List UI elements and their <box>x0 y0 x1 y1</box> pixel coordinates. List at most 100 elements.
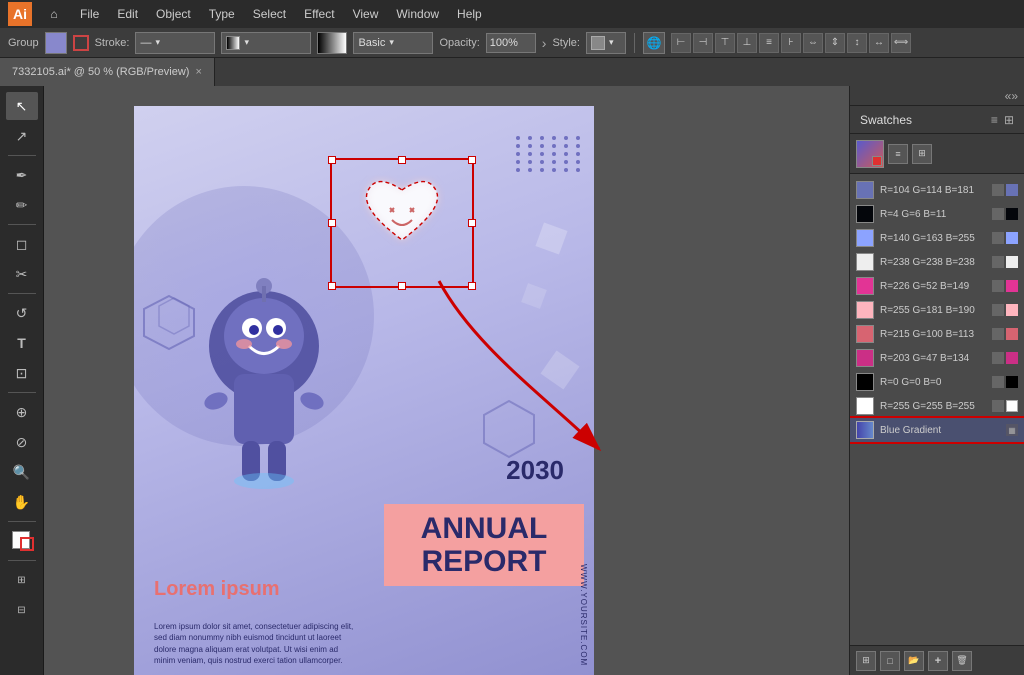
swatch-row[interactable]: R=215 G=100 B=113 <box>850 322 1024 346</box>
menu-edit[interactable]: Edit <box>109 3 146 25</box>
artboard-bg: 2030 ANNUAL REPORT Lorem ipsum Lorem ips… <box>134 106 594 675</box>
stroke-dropdown[interactable]: —▾ <box>135 32 215 54</box>
swatch-color <box>856 325 874 343</box>
align-top-btn[interactable]: ⊥ <box>737 33 757 53</box>
swatch-color-icon <box>1006 400 1018 412</box>
style-picker[interactable]: ▾ <box>586 32 626 54</box>
pen-tool[interactable]: ✒ <box>6 161 38 189</box>
scissors-tool[interactable]: ✂ <box>6 260 38 288</box>
menu-select[interactable]: Select <box>245 3 294 25</box>
distribute-v-btn[interactable]: ⇕ <box>825 33 845 53</box>
distribute-h-btn[interactable]: ⇔ <box>803 33 823 53</box>
swatch-color <box>856 205 874 223</box>
swatch-opts-btn[interactable]: ≡ <box>888 144 908 164</box>
eyedropper-tool[interactable]: ⊘ <box>6 428 38 456</box>
opacity-arrow[interactable]: › <box>542 35 547 51</box>
delete-swatch-btn[interactable]: 🗑 <box>952 651 972 671</box>
swatch-libraries-btn[interactable]: ⊞ <box>856 651 876 671</box>
fill-color-picker[interactable]: ▾ <box>221 32 311 54</box>
tool-sep-4 <box>8 392 36 393</box>
blue-gradient-swatch-row[interactable]: Blue Gradient ▦ <box>850 418 1024 442</box>
zoom-tool[interactable]: 🔍 <box>6 458 38 486</box>
menu-effect[interactable]: Effect <box>296 3 342 25</box>
panel-list-view-btn[interactable]: ≡ <box>991 113 998 127</box>
distribute-btn3[interactable]: ↔ <box>869 33 889 53</box>
new-swatch-btn[interactable]: + <box>928 651 948 671</box>
color-mode-bar: ≡ ⊞ <box>850 134 1024 174</box>
globe-btn[interactable]: 🌐 <box>643 32 665 54</box>
text-tool[interactable]: T <box>6 329 38 357</box>
menu-file[interactable]: File <box>72 3 107 25</box>
rotate-tool[interactable]: ↺ <box>6 299 38 327</box>
dots-pattern <box>516 136 584 172</box>
direct-select-tool[interactable]: ↗ <box>6 122 38 150</box>
panel-grid-view-btn[interactable]: ⊞ <box>1004 113 1014 127</box>
align-middle-btn[interactable]: ≡ <box>759 33 779 53</box>
handle-br <box>468 282 476 290</box>
swatch-row[interactable]: R=203 G=47 B=134 <box>850 346 1024 370</box>
swatch-row[interactable]: R=226 G=52 B=149 <box>850 274 1024 298</box>
swatch-label: R=226 G=52 B=149 <box>880 281 986 292</box>
style-label: Style: <box>552 37 580 49</box>
new-color-group-btn[interactable]: □ <box>880 651 900 671</box>
swatch-type-icon <box>992 304 1004 316</box>
tools-panel: ↖ ↗ ✒ ✏ ◻ ✂ ↺ T ⊡ ⊕ ⊘ 🔍 ✋ ⊞ ⊟ <box>0 86 44 675</box>
swatch-grid-btn[interactable]: ⊞ <box>912 144 932 164</box>
shape-tool[interactable]: ◻ <box>6 230 38 258</box>
align-right-btn[interactable]: ⊤ <box>715 33 735 53</box>
opacity-input[interactable] <box>486 33 536 53</box>
menu-help[interactable]: Help <box>449 3 490 25</box>
swatch-row[interactable]: R=0 G=0 B=0 <box>850 370 1024 394</box>
stroke-color-box[interactable] <box>20 537 34 551</box>
fill-swatch[interactable] <box>45 32 67 54</box>
tab-close-btn[interactable]: × <box>195 66 201 78</box>
handle-mr <box>468 219 476 227</box>
stroke-label: Stroke: <box>95 37 130 49</box>
gradient-swatch-btn[interactable] <box>856 140 884 168</box>
style-dropdown[interactable]: Basic▾ <box>353 32 433 54</box>
swatch-label: R=104 G=114 B=181 <box>880 185 986 196</box>
panel-footer: ⊞ □ 📂 + 🗑 <box>850 645 1024 675</box>
document-tab[interactable]: 7332105.ai* @ 50 % (RGB/Preview) × <box>0 58 215 86</box>
handle-tl <box>328 156 336 164</box>
home-icon[interactable]: ⌂ <box>42 2 66 26</box>
panel-collapse-right[interactable]: » <box>1011 89 1018 103</box>
menu-window[interactable]: Window <box>388 3 447 25</box>
swatch-color <box>856 301 874 319</box>
menu-view[interactable]: View <box>345 3 387 25</box>
draw-mode-btn[interactable]: ⊞ <box>6 566 38 594</box>
swatches-header: Swatches ≡ ⊞ <box>850 106 1024 134</box>
blend-tool[interactable]: ⊕ <box>6 398 38 426</box>
align-left-btn[interactable]: ⊢ <box>671 33 691 53</box>
menu-object[interactable]: Object <box>148 3 199 25</box>
screen-mode-btn[interactable]: ⊟ <box>6 596 38 624</box>
group-label: Group <box>8 37 39 49</box>
swatch-row[interactable]: R=140 G=163 B=255 <box>850 226 1024 250</box>
distribute-btn2[interactable]: ↕ <box>847 33 867 53</box>
stroke-swatch[interactable] <box>73 35 89 51</box>
swatch-type-icons <box>992 328 1018 340</box>
canvas-area[interactable]: 2030 ANNUAL REPORT Lorem ipsum Lorem ips… <box>44 86 849 675</box>
swatch-color-icon <box>1006 328 1018 340</box>
swatch-color-icon <box>1006 208 1018 220</box>
open-swatch-library-btn[interactable]: 📂 <box>904 651 924 671</box>
swatch-row[interactable]: R=104 G=114 B=181 <box>850 178 1024 202</box>
swatch-color-icon <box>1006 256 1018 268</box>
swatch-type-icon <box>992 376 1004 388</box>
swatch-color <box>856 373 874 391</box>
panel-collapse-left[interactable]: « <box>1005 89 1012 103</box>
graph-tool[interactable]: ⊡ <box>6 359 38 387</box>
pencil-tool[interactable]: ✏ <box>6 191 38 219</box>
align-bottom-btn[interactable]: ⊦ <box>781 33 801 53</box>
menu-type[interactable]: Type <box>201 3 243 25</box>
select-tool[interactable]: ↖ <box>6 92 38 120</box>
swatch-row[interactable]: R=238 G=238 B=238 <box>850 250 1024 274</box>
swatch-row[interactable]: R=255 G=255 B=255 <box>850 394 1024 418</box>
swatch-type-icon <box>992 352 1004 364</box>
hand-tool[interactable]: ✋ <box>6 488 38 516</box>
swatch-row[interactable]: R=4 G=6 B=11 <box>850 202 1024 226</box>
swatch-color <box>856 349 874 367</box>
align-center-btn[interactable]: ⊣ <box>693 33 713 53</box>
swatch-row[interactable]: R=255 G=181 B=190 <box>850 298 1024 322</box>
distribute-btn4[interactable]: ⟺ <box>891 33 911 53</box>
